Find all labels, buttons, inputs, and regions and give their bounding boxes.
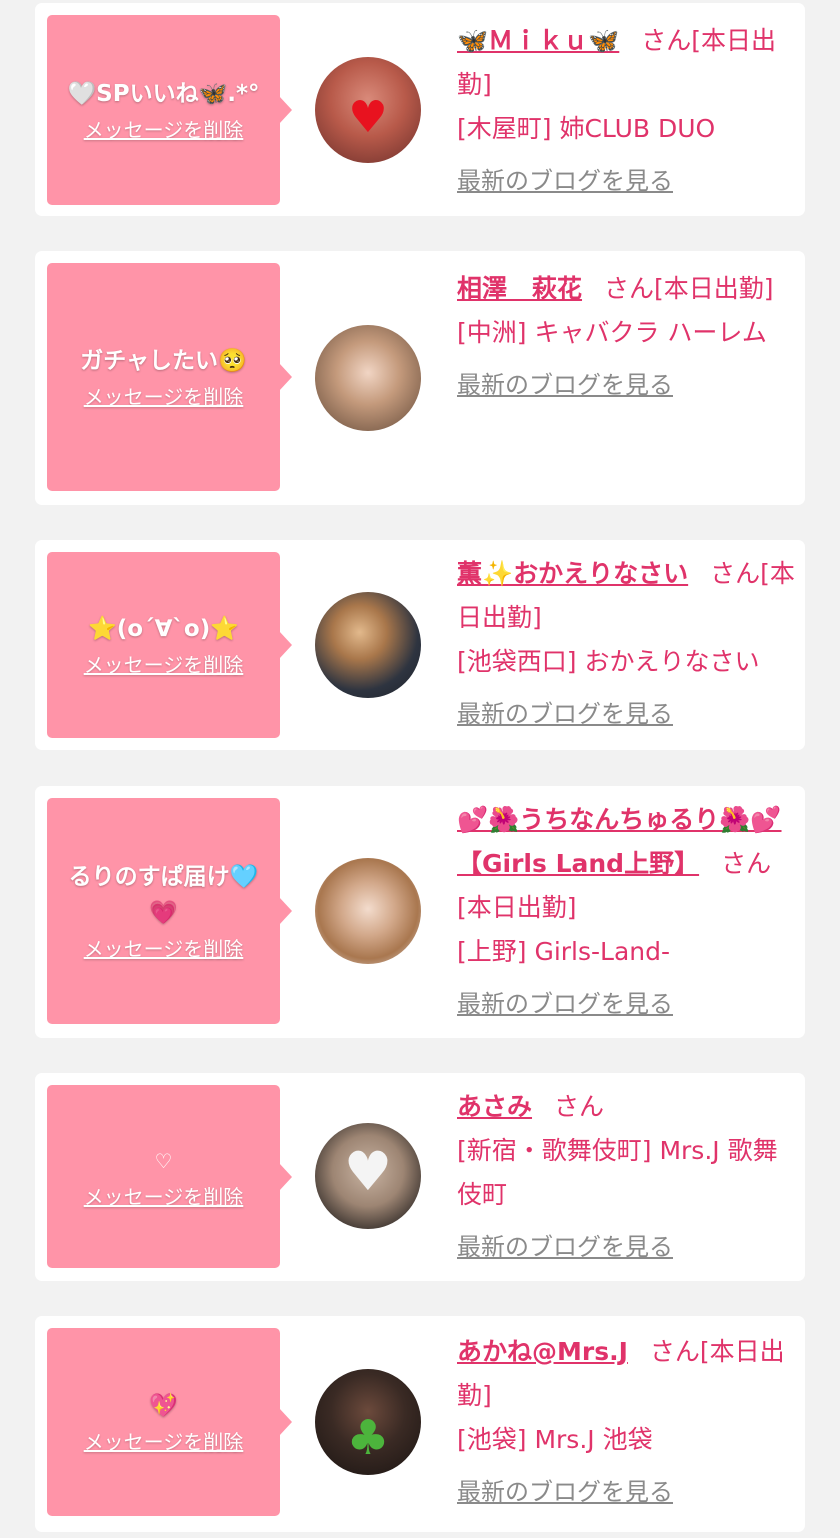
like-card: 💖 メッセージを削除 ♣ あかね@Mrs.J さん[本日出勤] [池袋] Mrs.… (35, 1316, 805, 1532)
avatar[interactable] (315, 325, 421, 431)
shop-label: [新宿・歌舞伎町] Mrs.J 歌舞伎町 (457, 1136, 778, 1209)
honorific: さん (554, 1092, 605, 1121)
cast-name-link[interactable]: あかね@Mrs.J (457, 1337, 628, 1366)
avatar[interactable]: ♣ (315, 1369, 421, 1475)
cast-name-link[interactable]: 相澤 萩花 (457, 274, 582, 303)
delete-message-link[interactable]: メッセージを削除 (84, 383, 244, 411)
message-text: ♡ (154, 1148, 173, 1173)
like-card: るりのすぱ届け🩵💗 メッセージを削除 💕🌺うちなんちゅるり🌺💕【Girls La… (35, 786, 805, 1038)
profile-info: 🦋Ｍｉｋｕ🦋 さん[本日出勤] [木屋町] 姉CLUB DUO 最新のブログを見る (457, 19, 797, 201)
message-bubble: ⭐(o´∀`o)⭐ メッセージを削除 (47, 552, 292, 738)
latest-blog-link[interactable]: 最新のブログを見る (457, 1472, 797, 1512)
delete-message-link[interactable]: メッセージを削除 (84, 116, 244, 144)
message-bubble: ガチャしたい🥺 メッセージを削除 (47, 263, 292, 491)
delete-message-link[interactable]: メッセージを削除 (84, 935, 244, 963)
shop-label: [中洲] キャバクラ ハーレム (457, 318, 767, 347)
shop-label: [池袋西口] おかえりなさい (457, 647, 760, 676)
profile-info: 💕🌺うちなんちゅるり🌺💕【Girls Land上野】 さん[本日出勤] [上野] … (457, 798, 797, 1024)
profile-info: 薫✨おかえりなさい さん[本日出勤] [池袋西口] おかえりなさい 最新のブログを… (457, 552, 797, 734)
cast-name-link[interactable]: 🦋Ｍｉｋｕ🦋 (457, 26, 619, 55)
avatar[interactable] (315, 592, 421, 698)
avatar[interactable] (315, 858, 421, 964)
cast-name-link[interactable]: あさみ (457, 1092, 532, 1121)
message-bubble: ♡ メッセージを削除 (47, 1085, 292, 1268)
cast-name-link[interactable]: 薫✨おかえりなさい (457, 559, 688, 588)
like-card: ♡ メッセージを削除 ♥ あさみ さん [新宿・歌舞伎町] Mrs.J 歌舞伎町 … (35, 1073, 805, 1281)
latest-blog-link[interactable]: 最新のブログを見る (457, 365, 797, 405)
avatar[interactable]: ♥ (315, 57, 421, 163)
message-bubble: 💖 メッセージを削除 (47, 1328, 292, 1516)
honorific: さん (604, 274, 655, 303)
honorific: さん (649, 1337, 700, 1366)
profile-info: あかね@Mrs.J さん[本日出勤] [池袋] Mrs.J 池袋 最新のブログを見… (457, 1330, 797, 1512)
latest-blog-link[interactable]: 最新のブログを見る (457, 984, 797, 1024)
profile-info: あさみ さん [新宿・歌舞伎町] Mrs.J 歌舞伎町 最新のブログを見る (457, 1085, 797, 1267)
like-card: 🤍SPいいね🦋.*° メッセージを削除 ♥ 🦋Ｍｉｋｕ🦋 さん[本日出勤] [木屋… (35, 3, 805, 216)
honorific: さん (641, 26, 692, 55)
shop-label: [木屋町] 姉CLUB DUO (457, 114, 716, 143)
heart-sticker-icon: ♥ (348, 92, 388, 143)
honorific: さん (721, 849, 772, 878)
latest-blog-link[interactable]: 最新のブログを見る (457, 1227, 797, 1267)
message-text: ガチャしたい🥺 (80, 348, 247, 374)
latest-blog-link[interactable]: 最新のブログを見る (457, 694, 797, 734)
message-bubble: 🤍SPいいね🦋.*° メッセージを削除 (47, 15, 292, 205)
honorific: さん (710, 559, 761, 588)
message-bubble: るりのすぱ届け🩵💗 メッセージを削除 (47, 798, 292, 1024)
shop-label: [上野] Girls-Land- (457, 937, 671, 966)
clover-sticker-icon: ♣ (346, 1410, 390, 1466)
shop-label: [池袋] Mrs.J 池袋 (457, 1425, 653, 1454)
today-status: [本日出勤] (457, 893, 577, 922)
today-status: [本日出勤] (654, 274, 774, 303)
delete-message-link[interactable]: メッセージを削除 (84, 651, 244, 679)
like-card: ⭐(o´∀`o)⭐ メッセージを削除 薫✨おかえりなさい さん[本日出勤] [池袋… (35, 540, 805, 750)
latest-blog-link[interactable]: 最新のブログを見る (457, 161, 797, 201)
profile-info: 相澤 萩花 さん[本日出勤] [中洲] キャバクラ ハーレム 最新のブログを見る (457, 267, 797, 405)
like-card: ガチャしたい🥺 メッセージを削除 相澤 萩花 さん[本日出勤] [中洲] キャバク… (35, 251, 805, 505)
message-text: ⭐(o´∀`o)⭐ (88, 616, 239, 642)
message-text: るりのすぱ届け🩵💗 (68, 864, 259, 926)
avatar[interactable]: ♥ (315, 1123, 421, 1229)
white-heart-sticker-icon: ♥ (343, 1140, 393, 1203)
message-text: 💖 (149, 1393, 178, 1419)
delete-message-link[interactable]: メッセージを削除 (84, 1428, 244, 1456)
delete-message-link[interactable]: メッセージを削除 (84, 1183, 244, 1211)
message-text: 🤍SPいいね🦋.*° (67, 81, 260, 107)
